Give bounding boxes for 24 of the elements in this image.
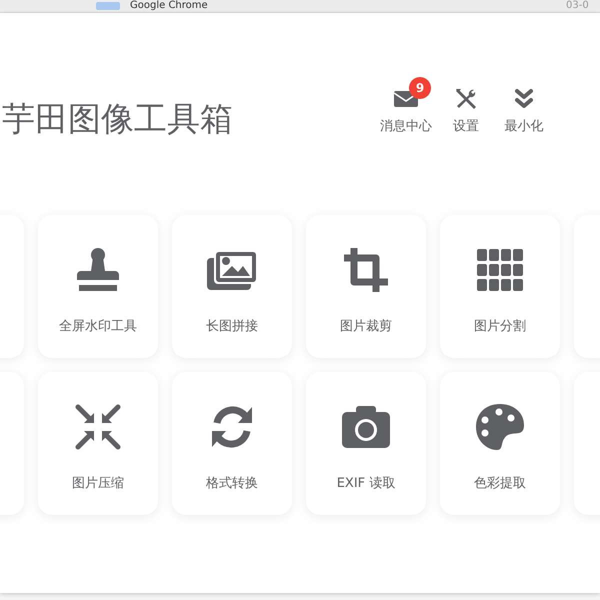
tool-card[interactable]: 格式转换 [172, 372, 292, 515]
crop-icon [342, 246, 390, 294]
tool-card[interactable]: 全屏水印工具 [38, 215, 158, 358]
tool-card[interactable]: EXIF 读取 [306, 372, 426, 515]
grid-icon [476, 248, 524, 292]
tool-card[interactable]: 图片分割 [440, 215, 560, 358]
date-text: 03-0 [566, 0, 590, 12]
minimize-button[interactable]: 最小化 [500, 75, 548, 135]
folder-icon [96, 2, 120, 10]
settings-button[interactable]: 设置 [442, 75, 490, 135]
tool-card[interactable]: 图片压缩 [38, 372, 158, 515]
tool-card[interactable]: 图片裁剪 [306, 215, 426, 358]
compress-icon [74, 403, 122, 451]
camera-icon [341, 405, 391, 449]
settings-icon [454, 87, 478, 111]
palette-icon [475, 403, 525, 451]
app-title: 芋田图像工具箱 [2, 99, 234, 139]
message-center-button[interactable]: 9 消息中心 [380, 75, 432, 135]
stamp-icon [75, 247, 121, 293]
chevron-down-icon [515, 88, 533, 110]
tool-card[interactable]: 色彩提取 [440, 372, 560, 515]
app-name: Google Chrome [130, 0, 209, 12]
tool-card[interactable]: 长图拼接 [172, 215, 292, 358]
notification-badge: 9 [409, 77, 431, 99]
